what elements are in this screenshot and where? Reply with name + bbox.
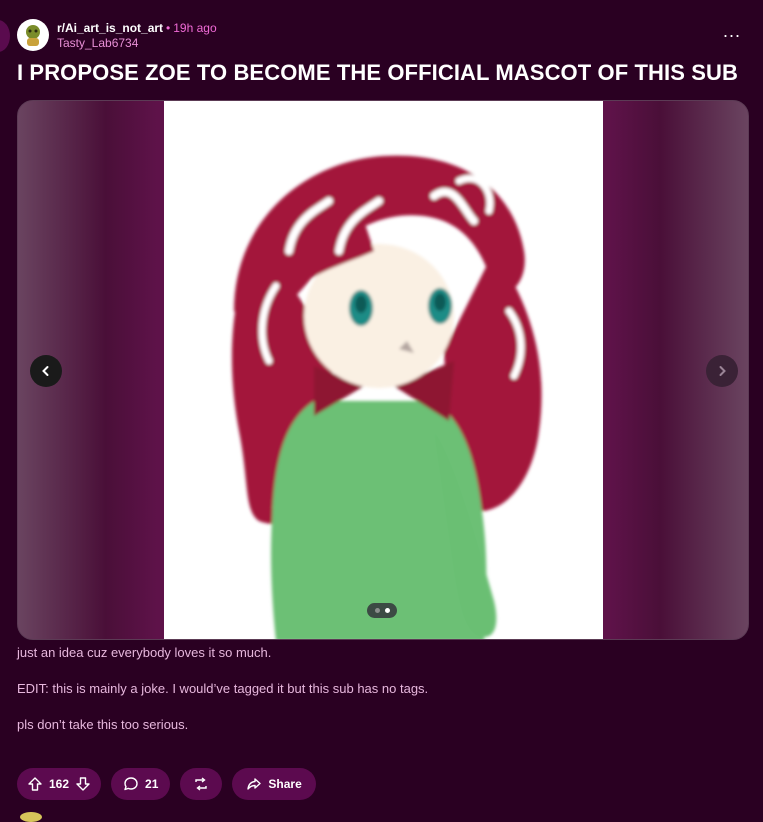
- share-button[interactable]: Share: [232, 768, 316, 800]
- gallery-dot-active[interactable]: [384, 608, 390, 613]
- post-meta: r/Ai_art_is_not_art • 19h ago Tasty_Lab673…: [57, 21, 217, 50]
- repost-icon: [195, 777, 208, 791]
- next-post-avatar: [20, 812, 42, 822]
- gallery-prev-button[interactable]: [30, 355, 62, 387]
- chevron-right-icon: [719, 366, 726, 376]
- comment-count: 21: [145, 777, 159, 791]
- arrow-up-icon: [28, 777, 42, 791]
- comments-button[interactable]: 21: [111, 768, 171, 800]
- post-header: r/Ai_art_is_not_art • 19h ago Tasty_Lab673…: [17, 18, 217, 52]
- vote-control: 162: [17, 768, 102, 800]
- post-time: 19h ago: [173, 20, 217, 35]
- drawing-artwork: [231, 155, 542, 639]
- comment-icon: [124, 777, 138, 791]
- body-paragraph: pls don’t take this too serious.: [17, 717, 189, 732]
- share-label: Share: [268, 777, 302, 791]
- chevron-left-icon: [42, 366, 49, 376]
- gallery-next-button[interactable]: [706, 355, 738, 387]
- gallery-pagination: [367, 603, 397, 618]
- post-body: just an idea cuz everybody loves it so m…: [17, 644, 747, 752]
- arrow-down-icon: [76, 777, 90, 791]
- author-link[interactable]: Tasty_Lab6734: [57, 36, 217, 50]
- image-gallery[interactable]: [17, 100, 749, 640]
- subreddit-avatar[interactable]: [17, 19, 49, 51]
- share-icon: [247, 778, 262, 790]
- gallery-dot[interactable]: [374, 608, 380, 613]
- body-paragraph: just an idea cuz everybody loves it so m…: [17, 645, 272, 660]
- post-actions: 162 21 Share: [17, 768, 316, 800]
- upvote-button[interactable]: [27, 776, 43, 792]
- crosspost-button[interactable]: [180, 768, 223, 800]
- subreddit-icon: [26, 25, 40, 46]
- subreddit-link[interactable]: r/Ai_art_is_not_art: [57, 21, 163, 35]
- sidebar-edge: [0, 20, 10, 52]
- body-paragraph: EDIT: this is mainly a joke. I would’ve …: [17, 681, 429, 696]
- post-title[interactable]: I PROPOSE ZOE TO BECOME THE OFFICIAL MAS…: [17, 60, 738, 86]
- vote-count: 162: [49, 777, 70, 791]
- more-options-button[interactable]: ...: [723, 22, 741, 40]
- meta-separator: •: [166, 20, 171, 35]
- downvote-button[interactable]: [75, 776, 91, 792]
- post-image[interactable]: [164, 101, 603, 639]
